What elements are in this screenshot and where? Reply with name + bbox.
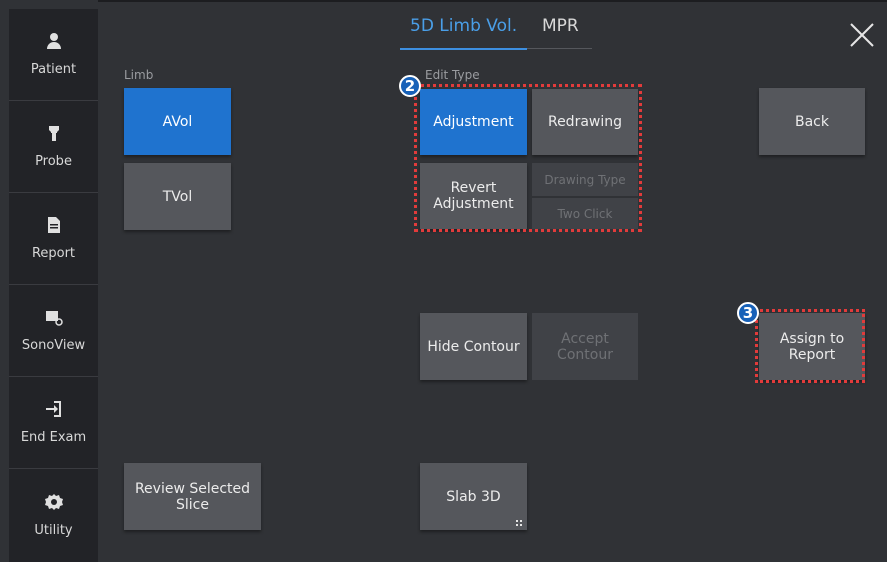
step-marker-2: 2 xyxy=(399,75,421,97)
sonoview-icon xyxy=(45,308,63,326)
probe-icon xyxy=(45,124,63,142)
drawing-type-option: Drawing Type xyxy=(532,163,638,196)
accept-line1: Accept xyxy=(561,330,609,347)
grip-icon xyxy=(516,520,522,526)
tvol-button[interactable]: TVol xyxy=(124,163,231,230)
review-selected-slice-button[interactable]: Review Selected Slice xyxy=(124,463,261,530)
sidebar-item-label: SonoView xyxy=(21,338,86,353)
slab-3d-button[interactable]: Slab 3D xyxy=(420,463,527,530)
assign-to-report-button[interactable]: Assign to Report xyxy=(759,313,865,380)
exit-icon xyxy=(45,400,63,418)
sidebar-item-label: End Exam xyxy=(20,430,87,445)
person-icon xyxy=(45,32,63,50)
hide-contour-button[interactable]: Hide Contour xyxy=(420,313,527,380)
assign-line2: Report xyxy=(788,346,836,363)
tab-mpr[interactable]: MPR xyxy=(542,16,579,36)
sidebar-item-report[interactable]: Report xyxy=(9,193,98,285)
tab-5d-limb-vol[interactable]: 5D Limb Vol. xyxy=(410,16,517,36)
sidebar-item-label: Report xyxy=(31,246,76,261)
avol-button[interactable]: AVol xyxy=(124,88,231,155)
sidebar-item-label: Patient xyxy=(30,62,77,77)
redrawing-button[interactable]: Redrawing xyxy=(532,89,638,155)
sidebar-item-end-exam[interactable]: End Exam xyxy=(9,377,98,469)
limb-label: Limb xyxy=(124,68,154,82)
active-tab-indicator xyxy=(400,48,527,50)
sidebar-item-patient[interactable]: Patient xyxy=(9,9,98,101)
accept-contour-button: Accept Contour xyxy=(532,313,638,380)
review-line2: Slice xyxy=(176,496,209,513)
sidebar-item-label: Probe xyxy=(35,154,72,169)
edit-type-label: Edit Type xyxy=(425,68,480,82)
app-window: Patient Probe Report SonoView End Exam U… xyxy=(0,0,887,562)
revert-line2: Adjustment xyxy=(433,196,514,212)
two-click-option: Two Click xyxy=(532,198,638,229)
sidebar-item-sonoview[interactable]: SonoView xyxy=(9,285,98,377)
review-line1: Review Selected xyxy=(134,480,251,497)
sidebar: Patient Probe Report SonoView End Exam U… xyxy=(9,9,98,562)
close-button[interactable] xyxy=(847,20,877,50)
sidebar-item-utility[interactable]: Utility xyxy=(9,469,98,561)
assign-line1: Assign to xyxy=(779,330,845,347)
accept-line2: Contour xyxy=(557,346,613,363)
tab-divider xyxy=(527,48,592,49)
top-divider xyxy=(98,0,887,2)
slab-label: Slab 3D xyxy=(446,488,501,505)
step-marker-3: 3 xyxy=(737,302,759,324)
adjustment-button[interactable]: Adjustment xyxy=(420,89,527,155)
close-icon xyxy=(850,23,874,47)
document-icon xyxy=(45,216,63,234)
back-button[interactable]: Back xyxy=(759,88,865,155)
revert-line1: Revert xyxy=(450,180,497,196)
gear-icon xyxy=(44,493,63,511)
revert-adjustment-button[interactable]: Revert Adjustment xyxy=(420,163,527,229)
sidebar-item-probe[interactable]: Probe xyxy=(9,101,98,193)
sidebar-item-label: Utility xyxy=(34,522,73,538)
